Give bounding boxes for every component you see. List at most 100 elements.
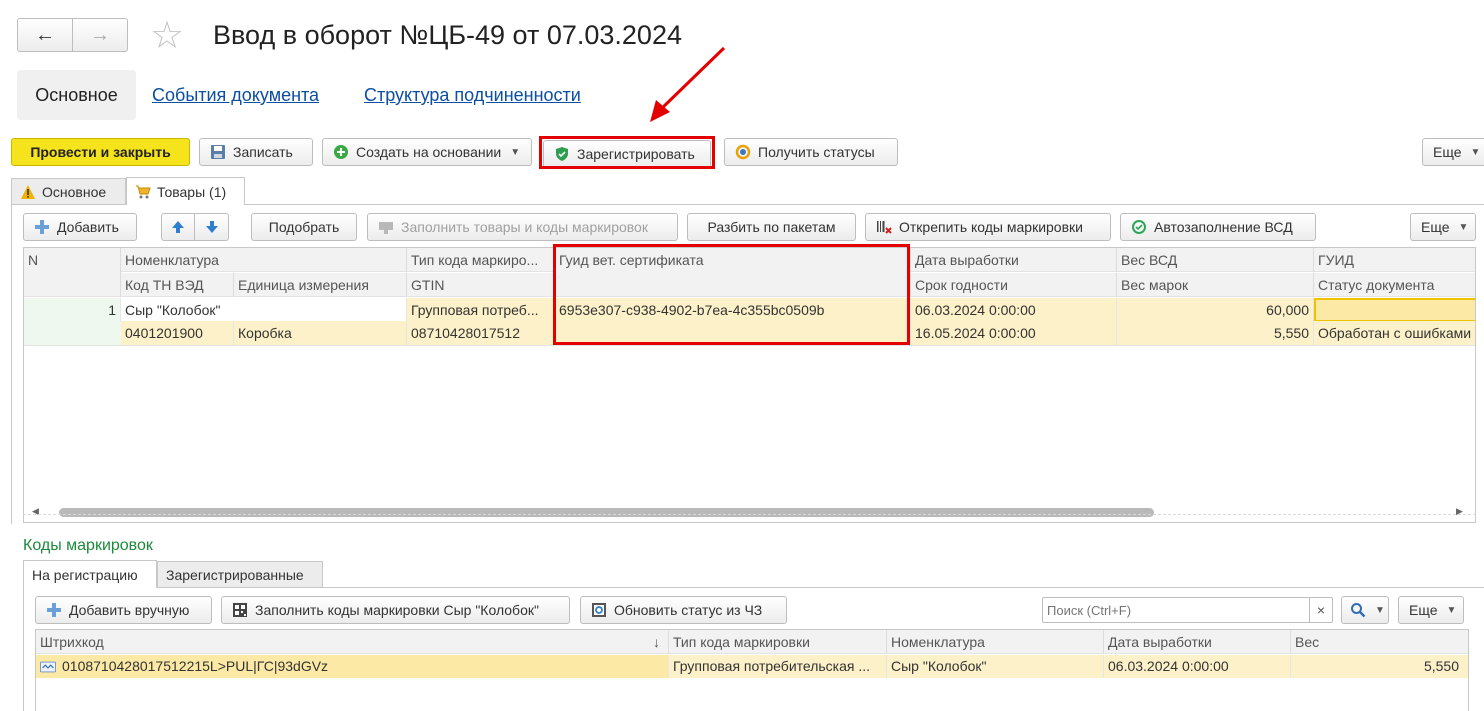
col-header-code-type[interactable]: Тип кода маркиро... bbox=[407, 248, 555, 272]
page-title: Ввод в оборот №ЦБ-49 от 07.03.2024 bbox=[213, 20, 682, 50]
favorite-star-icon[interactable]: ☆ bbox=[150, 14, 184, 58]
cell-tnved: 0401201900 bbox=[121, 321, 234, 345]
section-main-label: Основное bbox=[35, 84, 118, 105]
unpin-codes-label: Открепить коды маркировки bbox=[899, 219, 1083, 235]
cell-prod-date: 06.03.2024 0:00:00 bbox=[1104, 655, 1291, 678]
sync-icon bbox=[1131, 219, 1147, 235]
plus-circle-icon bbox=[333, 144, 349, 160]
col-header-unit[interactable]: Единица измерения bbox=[234, 273, 407, 297]
panel-splitter[interactable] bbox=[23, 514, 1476, 515]
tab-pending-registration[interactable]: На регистрацию bbox=[23, 560, 157, 588]
add-manual-button[interactable]: Добавить вручную bbox=[35, 596, 212, 624]
tab-pending-label: На регистрацию bbox=[32, 566, 138, 583]
chevron-down-icon: ▼ bbox=[1446, 604, 1457, 616]
goods-more-button[interactable]: Еще ▼ bbox=[1410, 213, 1476, 241]
scroll-right-icon[interactable]: ▶ bbox=[1456, 506, 1463, 517]
tab-registered-label: Зарегистрированные bbox=[166, 566, 304, 583]
cell-nomenclature: Сыр "Колобок" bbox=[121, 298, 407, 322]
codes-section-title: Коды маркировок bbox=[23, 537, 153, 554]
more-label: Еще bbox=[1433, 144, 1462, 160]
get-statuses-label: Получить статусы bbox=[758, 144, 875, 160]
col-header-guid[interactable]: ГУИД bbox=[1314, 248, 1475, 272]
cell-weight: 5,550 bbox=[1291, 655, 1468, 678]
post-and-close-label: Провести и закрыть bbox=[30, 144, 171, 160]
tab-registered[interactable]: Зарегистрированные bbox=[157, 561, 323, 587]
table-row[interactable]: 0108710428017512215L>PUL|ГС|93dGVz Групп… bbox=[36, 655, 1468, 678]
add-manual-label: Добавить вручную bbox=[69, 602, 190, 618]
create-based-on-button[interactable]: Создать на основании ▼ bbox=[322, 138, 532, 166]
horizontal-scrollbar[interactable] bbox=[59, 508, 1154, 517]
cell-expiry: 16.05.2024 0:00:00 bbox=[911, 321, 1117, 345]
col-header-expiry[interactable]: Срок годности bbox=[911, 273, 1117, 297]
col-header-tnved[interactable]: Код ТН ВЭД bbox=[121, 273, 234, 297]
col-header-n[interactable]: N bbox=[24, 248, 121, 297]
refresh-status-button[interactable]: Обновить статус из ЧЗ bbox=[580, 596, 787, 624]
col-header-weight[interactable]: Вес bbox=[1291, 630, 1468, 654]
col-header-weight-vsd[interactable]: Вес ВСД bbox=[1117, 248, 1314, 272]
tab-main-label: Основное bbox=[42, 183, 107, 200]
register-highlight-box bbox=[539, 136, 715, 169]
tab-goods-label: Товары (1) bbox=[157, 183, 227, 200]
col-header-barcode[interactable]: Штрихкод ↓ bbox=[36, 630, 669, 654]
col-header-weight-marks[interactable]: Вес марок bbox=[1117, 273, 1314, 297]
post-and-close-button[interactable]: Провести и закрыть bbox=[11, 138, 190, 166]
search-input[interactable] bbox=[1042, 597, 1310, 623]
chevron-down-icon: ▼ bbox=[1470, 146, 1481, 158]
back-arrow-icon: ← bbox=[35, 23, 55, 46]
codes-more-button[interactable]: Еще ▼ bbox=[1398, 596, 1464, 624]
arrow-down-icon bbox=[204, 219, 220, 235]
goods-more-label: Еще bbox=[1421, 219, 1450, 235]
cell-n: 1 bbox=[24, 298, 121, 322]
search-button[interactable]: ▼ bbox=[1341, 596, 1389, 624]
add-button[interactable]: Добавить bbox=[23, 213, 137, 241]
save-label: Записать bbox=[233, 144, 293, 160]
col-header-nomenclature[interactable]: Номенклатура bbox=[121, 248, 407, 272]
fill-goods-button[interactable]: Заполнить товары и коды маркировок bbox=[367, 213, 678, 241]
get-statuses-button[interactable]: Получить статусы bbox=[724, 138, 898, 166]
barcode-icon bbox=[40, 659, 56, 675]
codes-more-label: Еще bbox=[1409, 602, 1438, 618]
split-packages-button[interactable]: Разбить по пакетам bbox=[687, 213, 856, 241]
scroll-left-icon[interactable]: ◀ bbox=[32, 506, 39, 517]
move-down-button[interactable] bbox=[194, 213, 229, 241]
pick-label: Подобрать bbox=[268, 219, 340, 235]
col-header-prod-date[interactable]: Дата выработки bbox=[1104, 630, 1291, 654]
section-events-link[interactable]: События документа bbox=[152, 85, 319, 106]
tab-main[interactable]: Основное bbox=[11, 178, 126, 204]
move-up-button[interactable] bbox=[161, 213, 195, 241]
more-button[interactable]: Еще ▼ bbox=[1422, 138, 1484, 166]
refresh-status-icon bbox=[591, 602, 607, 618]
unpin-codes-button[interactable]: Открепить коды маркировки bbox=[865, 213, 1111, 241]
cell-weight-vsd: 60,000 bbox=[1117, 298, 1314, 322]
qr-code-icon bbox=[232, 602, 248, 618]
autofill-vsd-button[interactable]: Автозаполнение ВСД bbox=[1120, 213, 1316, 241]
col-header-doc-status[interactable]: Статус документа bbox=[1314, 273, 1475, 297]
split-packages-label: Разбить по пакетам bbox=[707, 219, 836, 235]
section-main[interactable]: Основное bbox=[17, 70, 136, 120]
forward-button[interactable]: → bbox=[72, 18, 128, 52]
fill-codes-label: Заполнить коды маркировки Сыр "Колобок" bbox=[255, 602, 539, 618]
col-header-gtin[interactable]: GTIN bbox=[407, 273, 555, 297]
cell-guid[interactable] bbox=[1314, 298, 1475, 322]
codes-table[interactable]: Штрихкод ↓ Тип кода маркировки Номенклат… bbox=[35, 629, 1469, 711]
clear-icon: × bbox=[1316, 602, 1326, 618]
col-header-prod-date[interactable]: Дата выработки bbox=[911, 248, 1117, 272]
section-structure-link[interactable]: Структура подчиненности bbox=[364, 85, 581, 106]
cell-barcode-value: 0108710428017512215L>PUL|ГС|93dGVz bbox=[62, 658, 329, 674]
cell-weight-marks: 5,550 bbox=[1117, 321, 1314, 345]
floppy-disk-icon bbox=[210, 144, 226, 160]
create-based-on-label: Создать на основании bbox=[356, 144, 502, 160]
fill-codes-button[interactable]: Заполнить коды маркировки Сыр "Колобок" bbox=[221, 596, 570, 624]
save-button[interactable]: Записать bbox=[199, 138, 313, 166]
unpin-codes-icon bbox=[876, 219, 892, 235]
col-header-code-type[interactable]: Тип кода маркировки bbox=[669, 630, 887, 654]
chevron-down-icon: ▼ bbox=[1375, 604, 1385, 616]
tab-goods[interactable]: Товары (1) bbox=[126, 177, 245, 205]
col-header-nomenclature[interactable]: Номенклатура bbox=[887, 630, 1104, 654]
cell-prod-date: 06.03.2024 0:00:00 bbox=[911, 298, 1117, 322]
warning-icon bbox=[20, 184, 36, 200]
back-button[interactable]: ← bbox=[17, 18, 73, 52]
pick-button[interactable]: Подобрать bbox=[251, 213, 357, 241]
clear-search-button[interactable]: × bbox=[1309, 597, 1333, 623]
arrow-up-icon bbox=[170, 219, 186, 235]
